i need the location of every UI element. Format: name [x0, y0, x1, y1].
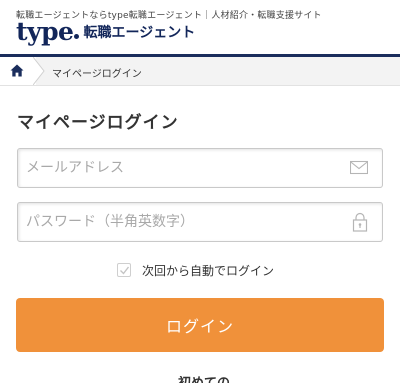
logo-dot [74, 34, 80, 39]
mail-icon [350, 160, 368, 175]
logo-type-text: type [16, 17, 74, 46]
remember-login: 次回から自動でログイン [117, 262, 274, 278]
page-title: マイページログイン [17, 113, 179, 133]
logo-subtitle: 転職エージェント [83, 25, 196, 41]
breadcrumb: マイページログイン [0, 57, 400, 86]
email-field-wrapper [17, 148, 383, 188]
home-icon [10, 64, 24, 77]
remember-label[interactable]: 次回から自動でログイン [142, 262, 274, 279]
remember-checkbox[interactable] [117, 263, 131, 277]
password-input[interactable] [26, 203, 346, 241]
site-logo[interactable]: type 転職エージェント [16, 17, 196, 46]
email-input[interactable] [26, 149, 346, 187]
login-button[interactable]: ログイン [16, 298, 384, 352]
password-field-wrapper [17, 202, 383, 242]
checkmark-icon [120, 266, 130, 275]
breadcrumb-home-link[interactable] [0, 57, 36, 85]
next-section-heading: 初めての [178, 376, 230, 383]
breadcrumb-current: マイページログイン [52, 69, 142, 80]
breadcrumb-separator-icon [33, 57, 45, 85]
lock-icon [352, 212, 368, 232]
